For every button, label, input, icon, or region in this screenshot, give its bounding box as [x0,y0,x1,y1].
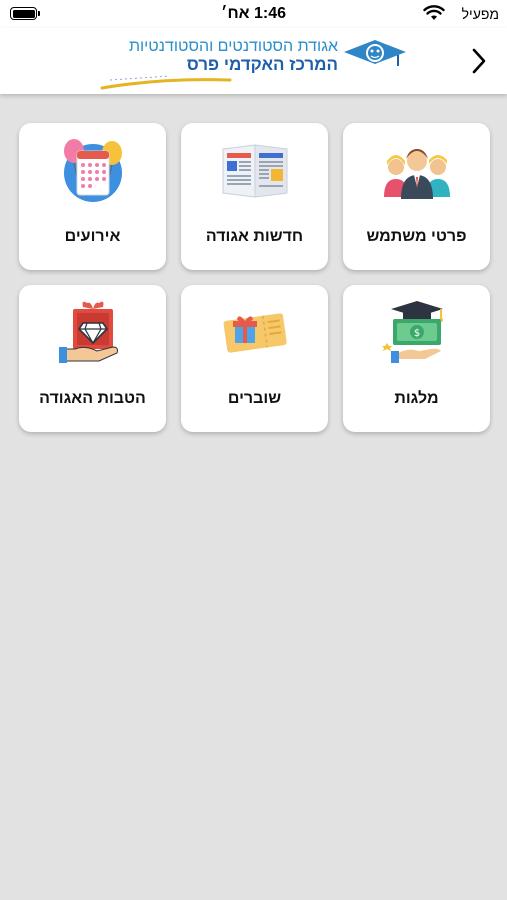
chevron-right-icon [472,48,486,74]
newspaper-icon [222,144,288,198]
svg-text:$: $ [414,328,420,339]
tile-label: הטבות האגודה [39,390,146,407]
scholarship-money-icon: $ [382,301,443,363]
graduation-cap-icon [344,40,406,66]
people-icon [384,149,450,199]
tile-scholarships[interactable]: $ מלגות [343,285,490,432]
tile-vouchers[interactable]: שוברים [181,285,328,432]
app-header: אגודת הסטודנטים והסטודנטיות המרכז האקדמי… [0,28,507,94]
tile-label: פרטי משתמש [366,228,467,245]
tile-label: מלגות [394,390,439,407]
logo-title: אגודת הסטודנטים והסטודנטיות [128,38,338,55]
back-button[interactable] [463,44,495,78]
tile-user-details[interactable]: פרטי משתמש [343,123,490,270]
voucher-ticket-icon [223,313,287,353]
menu-grid: פרטי משתמש חדשות אגודה אירועים $ מלגות ש… [18,123,490,432]
calendar-balloons-icon [64,139,122,202]
organization-logo: אגודת הסטודנטים והסטודנטיות המרכז האקדמי… [100,34,410,92]
tile-association-benefits[interactable]: הטבות האגודה [19,285,166,432]
tile-label: חדשות אגודה [205,228,304,245]
tile-label: אירועים [64,228,121,245]
gift-diamond-icon [59,301,118,363]
wifi-icon [423,5,445,20]
tile-association-news[interactable]: חדשות אגודה [181,123,328,270]
tile-label: שוברים [227,390,282,407]
status-bar: 1:46 אח׳ מפעיל [0,0,507,28]
carrier-name: מפעיל [461,6,499,22]
logo-swoosh [100,75,232,90]
tile-events[interactable]: אירועים [19,123,166,270]
